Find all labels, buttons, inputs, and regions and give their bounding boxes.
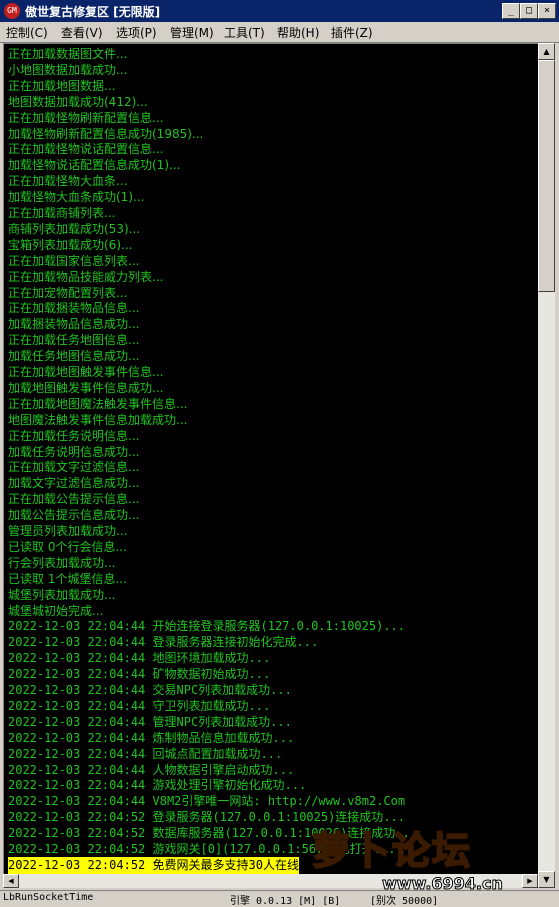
log-line: 宝箱列表加载成功(6)... <box>8 237 133 252</box>
log-line: 正在加载任务地图信息... <box>8 333 140 348</box>
log-line: 2022-12-03 22:04:44 登录服务器连接初始化完成... <box>8 635 319 650</box>
log-line: 2022-12-03 22:04:44 开始连接登录服务器(127.0.0.1:… <box>8 619 405 634</box>
watermark-brand: 萝卜论坛 <box>311 828 473 874</box>
menu-view[interactable]: 查看(V) <box>61 24 103 41</box>
status-count: [别次 50000] <box>370 896 439 907</box>
log-line: 加载文字过滤信息成功... <box>8 476 140 491</box>
log-line: 正在加载任务说明信息... <box>8 428 140 443</box>
log-line: 正在加载商铺列表... <box>8 206 116 220</box>
menu-manage[interactable]: 管理(M) <box>170 24 214 41</box>
log-line: 2022-12-03 22:04:44 人物数据引擎启动成功... <box>8 762 295 777</box>
log-line: 正在加载物品技能威力列表... <box>8 269 164 284</box>
log-line: 正在加载数据图文件... <box>8 47 128 61</box>
log-line: 正在加载地图触发事件信息... <box>8 365 164 379</box>
menu-tools[interactable]: 工具(T) <box>224 24 265 41</box>
menu-help[interactable]: 帮助(H) <box>277 24 319 41</box>
minimize-button[interactable]: _ <box>502 3 520 19</box>
log-line: 2022-12-03 22:04:44 V8M2引擎唯一网站: http://w… <box>8 794 406 809</box>
watermark-logo: 萝卜论坛 www.6994.cn <box>311 820 556 894</box>
log-line: 正在加载地图数据... <box>8 78 116 93</box>
log-line: 加载怪物说话配置信息成功(1)... <box>8 158 181 173</box>
maximize-button[interactable]: □ <box>520 3 538 19</box>
scroll-thumb[interactable] <box>538 60 555 292</box>
menu-bar: 控制(C) 查看(V) 选项(P) 管理(M) 工具(T) 帮助(H) 插件(Z… <box>0 22 559 43</box>
log-line: 正在加载怪物说话配置信息... <box>8 142 164 157</box>
log-line: 正在加载地图魔法触发事件信息... <box>8 396 188 411</box>
log-line: 2022-12-03 22:04:44 矿物数据初始成功... <box>8 667 271 682</box>
log-line: 小地图数据加载成功... <box>8 62 128 77</box>
log-line: 城堡列表加载成功... <box>8 587 116 602</box>
log-line: 2022-12-03 22:04:44 管理NPC列表加载成功... <box>8 714 292 729</box>
log-line: 加载任务说明信息成功... <box>8 444 140 459</box>
log-line: 2022-12-03 22:04:44 炼制物品信息加载成功... <box>8 730 295 745</box>
log-line: 加载怪物大血条成功(1)... <box>8 190 145 205</box>
log-line: 加载公告提示信息成功... <box>8 508 140 523</box>
log-line: 地图数据加载成功(412)... <box>8 94 148 109</box>
log-line: 加载捆装物品信息成功... <box>8 317 140 332</box>
log-line: 地图魔法触发事件信息加载成功... <box>8 412 188 427</box>
log-line: 商铺列表加载成功(53)... <box>8 221 141 236</box>
status-socket-time: LbRunSocketTime <box>3 892 94 903</box>
menu-options[interactable]: 选项(P) <box>116 24 157 41</box>
log-line: 2022-12-03 22:04:44 回城点配置加载成功... <box>8 746 283 761</box>
log-line: 2022-12-03 22:04:44 地图环境加载成功... <box>8 651 271 666</box>
log-line: 正在加宠物配置列表... <box>8 285 128 300</box>
log-line: 正在加载捆装物品信息... <box>8 301 140 316</box>
log-line: 正在加载国家信息列表... <box>8 253 140 268</box>
window-title: 傲世复古修复区 [无限版] <box>25 5 161 19</box>
status-engine: 引擎 0.0.13 [M] [B] <box>230 896 341 907</box>
menu-plugins[interactable]: 插件(Z) <box>331 24 373 41</box>
scroll-left-icon[interactable]: ◀ <box>3 874 19 888</box>
log-line: 已读取 0个行会信息... <box>8 539 127 554</box>
menu-control[interactable]: 控制(C) <box>6 24 48 41</box>
log-line: 2022-12-03 22:04:52 免费网关最多支持30人在线 <box>8 856 299 873</box>
log-line: 2022-12-03 22:04:44 交易NPC列表加载成功... <box>8 683 292 697</box>
log-line: 加载地图触发事件信息成功... <box>8 380 164 395</box>
log-line: 2022-12-03 22:04:44 游戏处理引擎初始化成功... <box>8 778 307 793</box>
log-line: 行会列表加载成功... <box>8 555 116 570</box>
app-icon: GM <box>4 3 20 19</box>
log-line: 城堡城初始完成... <box>8 603 104 618</box>
log-line: 已读取 1个城堡信息... <box>8 571 127 586</box>
scroll-up-icon[interactable]: ▲ <box>538 43 555 60</box>
log-line: 正在加载公告提示信息... <box>8 492 140 507</box>
server-log[interactable]: 正在加载数据图文件... 小地图数据加载成功... 正在加载地图数据... 地图数据加… <box>3 43 540 876</box>
log-line: 加载怪物刷新配置信息成功(1985)... <box>8 126 204 141</box>
watermark-url: www.6994.cn <box>382 874 504 894</box>
log-line: 加载任务地图信息成功... <box>8 349 140 364</box>
vertical-scrollbar[interactable]: ▲ ▼ <box>538 43 555 888</box>
log-line: 正在加载怪物刷新配置信息... <box>8 110 164 125</box>
title-bar[interactable]: GM 傲世复古修复区 [无限版] _ □ × <box>0 0 559 22</box>
log-line: 管理员列表加载成功... <box>8 524 128 538</box>
log-line: 正在加载文字过滤信息... <box>8 460 140 475</box>
log-line: 2022-12-03 22:04:44 守卫列表加载成功... <box>8 698 271 713</box>
close-button[interactable]: × <box>538 3 556 19</box>
log-line: 正在加载怪物大血条... <box>8 174 128 189</box>
